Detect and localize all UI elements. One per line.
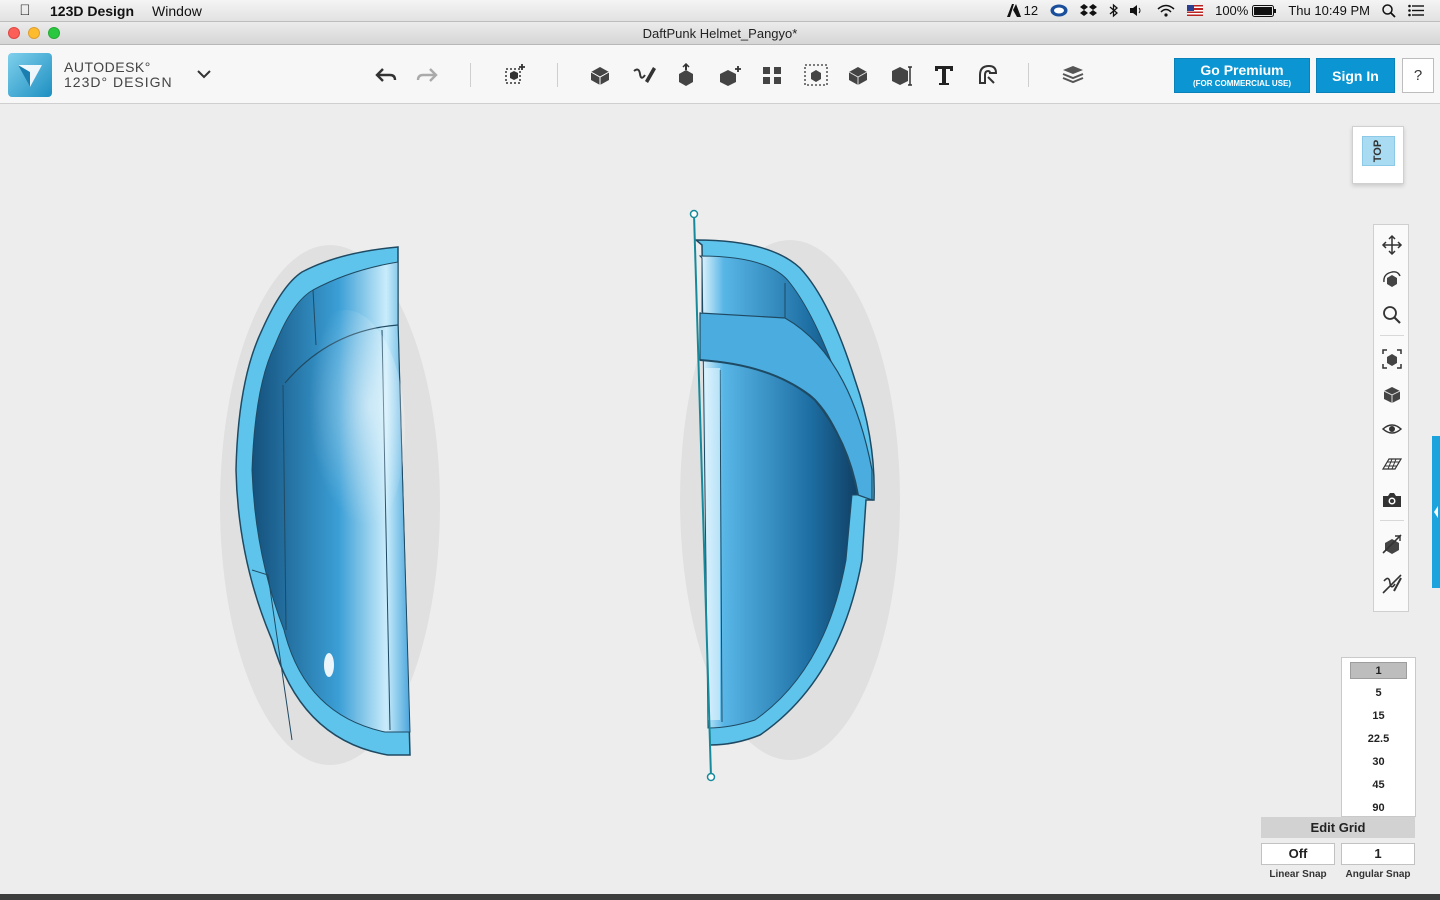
spotlight-search-icon[interactable] xyxy=(1382,3,1396,18)
desktop-strip xyxy=(0,894,1440,900)
angular-snap-options: 1 5 15 22.5 30 45 90 xyxy=(1341,657,1416,817)
linear-snap-caption: Linear Snap xyxy=(1269,869,1327,880)
battery-percent: 100% xyxy=(1215,3,1249,18)
combine-tool-button[interactable] xyxy=(842,59,874,91)
go-premium-button[interactable]: Go Premium (FOR COMMERCIAL USE) xyxy=(1174,58,1310,93)
helmet-model[interactable] xyxy=(0,104,1440,894)
group-tool-button[interactable] xyxy=(800,59,832,91)
screenshot-camera-button[interactable] xyxy=(1379,487,1405,513)
angular-snap-caption: Angular Snap xyxy=(1345,869,1411,880)
app-logo-icon xyxy=(8,53,52,97)
wifi-icon[interactable] xyxy=(1157,4,1175,17)
sign-in-button[interactable]: Sign In xyxy=(1316,58,1395,93)
window-title: DaftPunk Helmet_Pangyo* xyxy=(642,26,798,41)
modify-tool-button[interactable] xyxy=(714,59,746,91)
apple-menu-icon[interactable]:  xyxy=(0,2,50,19)
linear-snap-field[interactable]: Off xyxy=(1261,843,1335,865)
pattern-tool-button[interactable] xyxy=(756,59,788,91)
snap-option-22-5[interactable]: 22.5 xyxy=(1350,731,1407,748)
primitives-tool-button[interactable] xyxy=(584,59,616,91)
go-premium-label: Go Premium xyxy=(1200,62,1284,78)
app-brand[interactable]: AUTODESK° 123D° DESIGN xyxy=(8,53,173,97)
bluetooth-icon[interactable] xyxy=(1109,3,1119,18)
undo-button[interactable] xyxy=(370,59,402,91)
snap-option-90[interactable]: 90 xyxy=(1350,800,1407,817)
main-toolbar: AUTODESK° 123D° DESIGN Go Premium (FOR C… xyxy=(0,45,1440,104)
window-title-bar: DaftPunk Helmet_Pangyo* xyxy=(0,22,1440,45)
snap-option-5[interactable]: 5 xyxy=(1350,685,1407,702)
snap-option-45[interactable]: 45 xyxy=(1350,777,1407,794)
battery-status[interactable]: 100% xyxy=(1215,3,1277,18)
measure-tool-button[interactable] xyxy=(885,59,917,91)
snap-option-30[interactable]: 30 xyxy=(1350,754,1407,771)
window-zoom-button[interactable] xyxy=(48,27,60,39)
window-close-button[interactable] xyxy=(8,27,20,39)
zoom-button[interactable] xyxy=(1379,302,1405,328)
edit-grid-button[interactable]: Edit Grid xyxy=(1261,817,1415,838)
grid-view-button[interactable] xyxy=(1379,451,1405,477)
volume-icon[interactable] xyxy=(1130,4,1145,17)
help-button[interactable]: ? xyxy=(1402,58,1434,93)
show-hide-sketches-button[interactable] xyxy=(1379,571,1405,597)
view-cube-label: TOP xyxy=(1372,139,1385,163)
view-cube[interactable]: TOP xyxy=(1352,126,1404,184)
show-hide-solids-button[interactable] xyxy=(1379,531,1405,557)
3d-viewport[interactable] xyxy=(0,104,1440,894)
mac-menu-bar:  123D Design Window 12 100% Thu 10:49 P… xyxy=(0,0,1440,22)
go-premium-sublabel: (FOR COMMERCIAL USE) xyxy=(1192,79,1292,88)
view-cube-top-face[interactable]: TOP xyxy=(1362,136,1395,166)
dropbox-icon[interactable] xyxy=(1080,3,1098,18)
orbit-button[interactable] xyxy=(1379,267,1405,293)
clock[interactable]: Thu 10:49 PM xyxy=(1288,3,1370,18)
window-minimize-button[interactable] xyxy=(28,27,40,39)
menu-app-name[interactable]: 123D Design xyxy=(50,3,134,19)
app-menu-chevron-down-icon[interactable] xyxy=(196,67,212,85)
construct-tool-button[interactable] xyxy=(670,59,702,91)
redo-button[interactable] xyxy=(411,59,443,91)
visibility-eye-button[interactable] xyxy=(1379,416,1405,442)
transform-tool-button[interactable] xyxy=(498,59,530,91)
adobe-count: 12 xyxy=(1023,3,1039,18)
perspective-button[interactable] xyxy=(1379,381,1405,407)
angular-snap-field[interactable]: 1 xyxy=(1341,843,1415,865)
brand-company: AUTODESK° xyxy=(64,59,151,75)
creative-cloud-icon[interactable] xyxy=(1050,4,1068,17)
adobe-icon[interactable]: 12 xyxy=(1006,3,1039,18)
text-tool-button[interactable] xyxy=(928,59,960,91)
fit-view-button[interactable] xyxy=(1379,346,1405,372)
right-panel-toggle-tab[interactable] xyxy=(1432,436,1440,588)
sketch-tool-button[interactable] xyxy=(628,59,660,91)
menu-window[interactable]: Window xyxy=(152,3,202,19)
materials-tool-button[interactable] xyxy=(1057,59,1089,91)
brand-product: 123D° DESIGN xyxy=(64,74,173,90)
snap-tool-button[interactable] xyxy=(971,59,1003,91)
pan-button[interactable] xyxy=(1379,232,1405,258)
navigation-bar xyxy=(1373,224,1409,612)
notification-center-icon[interactable] xyxy=(1408,4,1424,17)
snap-option-1[interactable]: 1 xyxy=(1350,662,1407,679)
input-source-flag-icon[interactable] xyxy=(1187,5,1204,16)
snap-option-15[interactable]: 15 xyxy=(1350,708,1407,725)
